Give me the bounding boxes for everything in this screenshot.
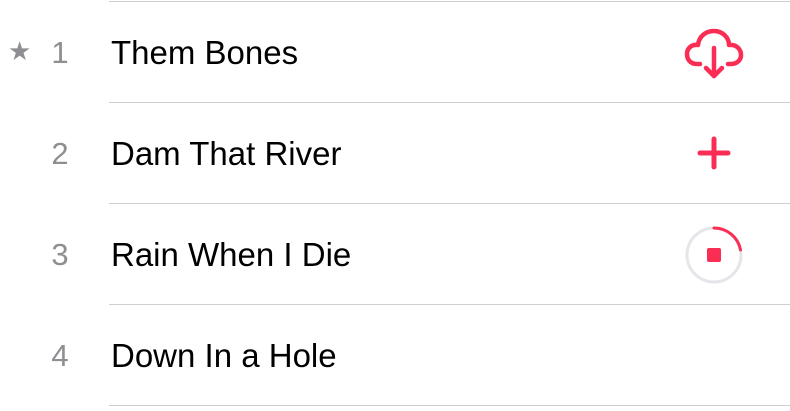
track-title: Down In a Hole [111,337,337,374]
track-row[interactable]: 3 Rain When I Die [0,204,790,305]
track-number: 1 [51,35,69,70]
track-row[interactable]: 2 Dam That River [0,103,790,204]
track-title: Them Bones [111,34,299,71]
track-title: Dam That River [111,135,342,172]
add-button[interactable] [684,124,744,184]
favorite-star-icon: ★ [8,36,32,66]
download-progress-button[interactable] [684,225,744,285]
download-progress-stop-icon [685,226,743,284]
track-row[interactable]: ★ 1 Them Bones [0,2,790,103]
track-number: 3 [51,237,69,272]
add-icon [697,136,731,170]
track-row[interactable]: 4 Down In a Hole [0,305,790,406]
track-title: Rain When I Die [111,236,352,273]
stop-square-icon [707,248,721,262]
cloud-download-icon [684,28,744,79]
track-list: ★ 1 Them Bones 2 Dam That River 3 Rain W… [0,0,790,411]
row-divider [109,405,790,406]
track-number: 4 [51,338,69,373]
track-number: 2 [51,136,69,171]
cloud-download-button[interactable] [684,23,744,83]
